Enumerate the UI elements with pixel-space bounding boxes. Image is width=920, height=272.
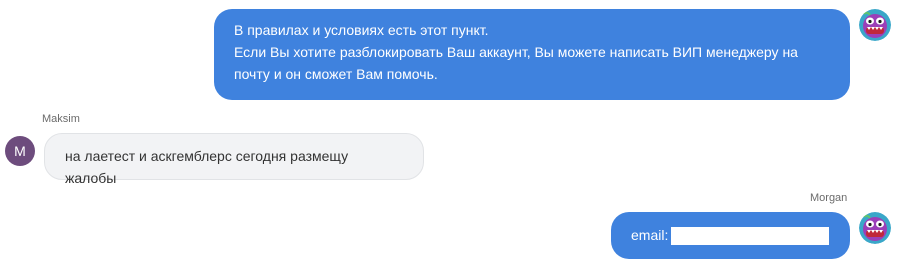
redacted-area bbox=[671, 227, 830, 246]
message-text: email: bbox=[631, 227, 669, 243]
message-line: почту и он сможет Вам помочь. bbox=[234, 66, 438, 82]
incoming-message-bubble: на лаетест и аскгемблерс сегодня размещу… bbox=[44, 133, 424, 186]
agent-avatar-icon bbox=[859, 9, 891, 41]
message-line: В правилах и условиях есть этот пункт. bbox=[234, 22, 489, 38]
sender-avatar: M bbox=[5, 136, 35, 166]
chat-thread: В правилах и условиях есть этот пункт. Е… bbox=[0, 0, 920, 272]
sender-name: Maksim bbox=[42, 113, 80, 125]
sender-name: Morgan bbox=[810, 192, 848, 204]
message-line: Если Вы хотите разблокировать Ваш аккаун… bbox=[234, 44, 798, 60]
agent-avatar-icon bbox=[859, 212, 891, 244]
outgoing-message-bubble: В правилах и условиях есть этот пункт. Е… bbox=[214, 9, 850, 100]
outgoing-message-bubble: email: bbox=[611, 212, 850, 259]
message-text: на лаетест и аскгемблерс сегодня размещу… bbox=[65, 148, 349, 186]
